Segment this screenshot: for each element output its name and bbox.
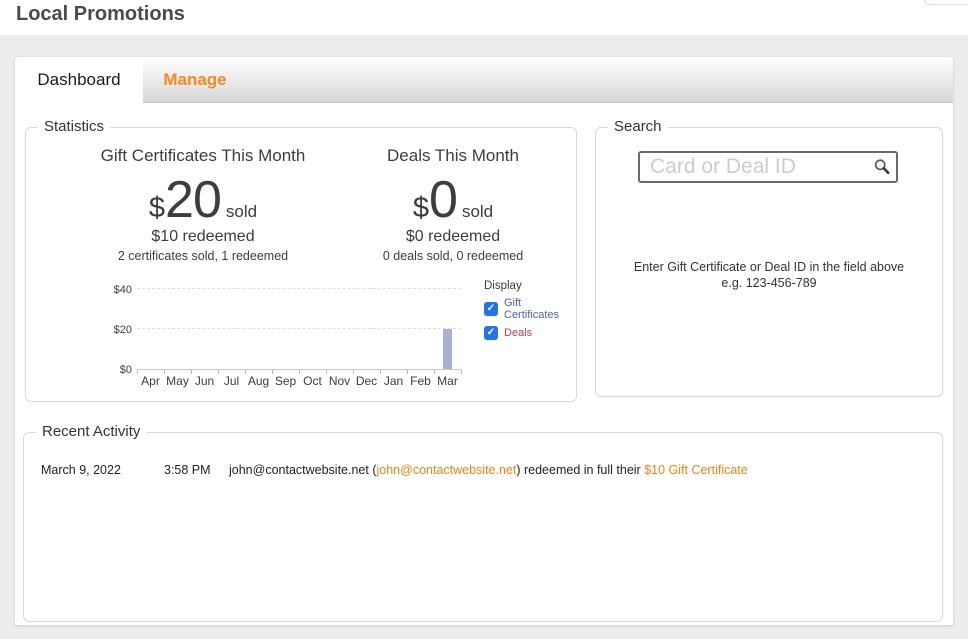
- main-panel: Dashboard Manage Statistics Gift Certifi…: [15, 57, 953, 625]
- tab-dashboard[interactable]: Dashboard: [15, 57, 143, 104]
- activity-link[interactable]: $10 Gift Certificate: [644, 463, 748, 477]
- display-label: Display: [484, 280, 576, 292]
- search-help-line2: e.g. 123-456-789: [596, 275, 942, 291]
- gift-certificates-amount: $20sold: [53, 170, 353, 222]
- checkbox-icon[interactable]: ✓: [484, 302, 498, 316]
- search-icon[interactable]: [873, 158, 891, 176]
- display-option-label: Gift Certificates: [504, 297, 576, 321]
- search-input-wrap: [638, 151, 898, 183]
- gift-certificates-detail: 2 certificates sold, 1 redeemed: [53, 249, 353, 263]
- y-axis: $0$20$40: [104, 284, 132, 370]
- gift-certificates-stat-card: Gift Certificates This Month $20sold $10…: [53, 128, 353, 263]
- axis-tick: [461, 370, 462, 374]
- axis-tick: [380, 370, 381, 374]
- amount-value: 20: [165, 171, 221, 229]
- search-input[interactable]: [638, 151, 898, 183]
- search-help-text: Enter Gift Certificate or Deal ID in the…: [596, 259, 942, 291]
- x-axis-label: Dec: [356, 374, 377, 388]
- activity-description: john@contactwebsite.net (john@contactweb…: [229, 463, 748, 477]
- activity-link[interactable]: john@contactwebsite.net: [377, 463, 517, 477]
- gift-certificates-redeemed: $10 redeemed: [53, 228, 353, 246]
- page-title: Local Promotions: [16, 3, 185, 26]
- chart-plot-area: [137, 284, 461, 370]
- activity-time: 3:58 PM: [164, 463, 211, 477]
- activity-text-fragment: john@contactwebsite.net (: [229, 463, 377, 477]
- currency-symbol: $: [149, 192, 165, 224]
- content-background: Dashboard Manage Statistics Gift Certifi…: [0, 35, 968, 639]
- axis-tick: [326, 370, 327, 374]
- axis-tick: [164, 370, 165, 374]
- statistics-section: Statistics Gift Certificates This Month …: [25, 127, 577, 402]
- y-axis-label: $0: [104, 364, 132, 376]
- recent-activity-section: Recent Activity March 9, 20223:58 PMjohn…: [23, 432, 943, 622]
- display-option-label: Deals: [504, 327, 532, 339]
- axis-tick: [218, 370, 219, 374]
- display-option[interactable]: ✓ Gift Certificates: [484, 297, 576, 321]
- checkbox-icon[interactable]: ✓: [484, 326, 498, 340]
- display-option[interactable]: ✓ Deals: [484, 326, 576, 340]
- x-axis-label: May: [166, 374, 189, 388]
- axis-tick: [299, 370, 300, 374]
- axis-tick: [434, 370, 435, 374]
- search-help-line1: Enter Gift Certificate or Deal ID in the…: [596, 259, 942, 275]
- x-axis-label: Jul: [224, 374, 239, 388]
- x-axis-label: Sep: [275, 374, 296, 388]
- toast-corner: [924, 0, 968, 5]
- amount-suffix: sold: [462, 202, 493, 221]
- x-axis-label: Aug: [248, 374, 269, 388]
- x-axis-label: Apr: [141, 374, 160, 388]
- search-section: Search Enter Gift Certificate or Deal ID…: [595, 127, 943, 397]
- amount-value: 0: [429, 171, 457, 229]
- activity-date: March 9, 2022: [41, 463, 121, 477]
- axis-tick: [272, 370, 273, 374]
- monthly-sales-chart: $0 $20 $40 Apr May Jun Jul Aug Sep Oct Nov Dec Jan F…: [104, 284, 472, 396]
- activity-row: March 9, 2022 3:58 PM john@contactwebsite.…: [24, 463, 942, 479]
- axis-tick: [353, 370, 354, 374]
- currency-symbol: $: [413, 192, 429, 224]
- axis-tick: [245, 370, 246, 374]
- x-axis-label: Mar: [437, 374, 458, 388]
- x-axis-label: Nov: [329, 374, 350, 388]
- x-axis-label: Jan: [384, 374, 403, 388]
- y-axis-label: $40: [104, 284, 132, 296]
- amount-suffix: sold: [226, 202, 257, 221]
- axis-tick: [191, 370, 192, 374]
- grid-line: [137, 288, 461, 289]
- tab-manage[interactable]: Manage: [143, 57, 247, 103]
- title-bar: Local Promotions: [0, 0, 968, 35]
- deals-detail: 0 deals sold, 0 redeemed: [353, 249, 553, 263]
- chart-display-controls: Display ✓ Gift Certificates ✓ Deals: [484, 280, 576, 340]
- page: Local Promotions Dashboard Manage Statis…: [0, 0, 968, 639]
- tab-bar: Dashboard Manage: [15, 57, 953, 103]
- deals-amount: $0sold: [353, 170, 553, 222]
- axis-tick: [137, 370, 138, 374]
- chart-bar: [443, 329, 452, 369]
- x-axis-label: Jun: [195, 374, 214, 388]
- search-legend: Search: [608, 118, 668, 135]
- y-axis-label: $20: [104, 324, 132, 336]
- x-axis-label: Oct: [303, 374, 322, 388]
- activity-text-fragment: ) redeemed in full their: [516, 463, 644, 477]
- recent-activity-legend: Recent Activity: [36, 423, 146, 440]
- grid-line: [137, 328, 461, 329]
- deals-title: Deals This Month: [353, 146, 553, 166]
- deals-redeemed: $0 redeemed: [353, 228, 553, 246]
- deals-stat-card: Deals This Month $0sold $0 redeemed 0 de…: [353, 128, 553, 263]
- axis-tick: [407, 370, 408, 374]
- gift-certificates-title: Gift Certificates This Month: [53, 146, 353, 166]
- x-axis-label: Feb: [410, 374, 431, 388]
